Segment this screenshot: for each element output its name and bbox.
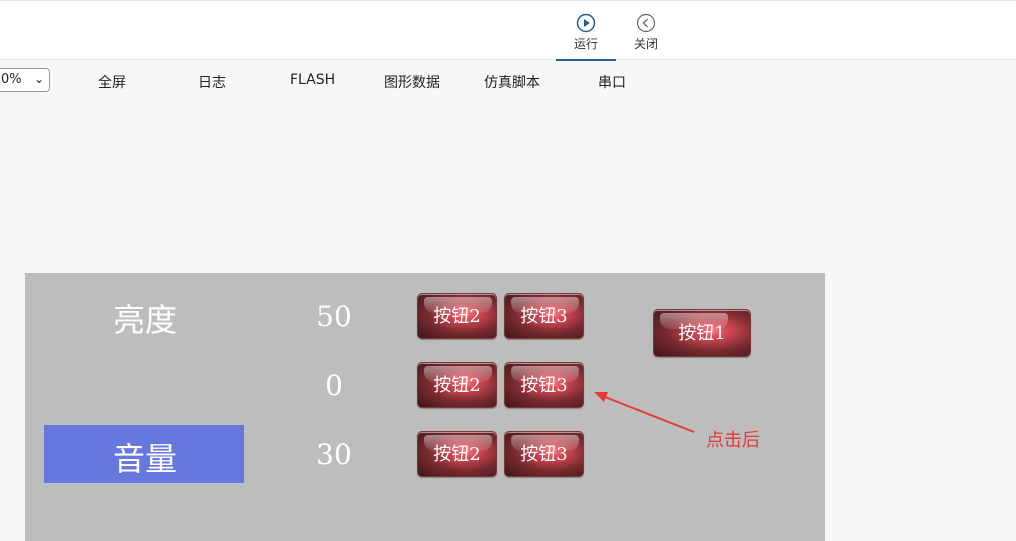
- top-toolbar: 运行 关闭: [0, 0, 1016, 61]
- volume-value: 30: [316, 438, 352, 471]
- menu-graphic-data[interactable]: 图形数据: [384, 72, 440, 92]
- menu-fullscreen[interactable]: 全屏: [98, 72, 126, 92]
- menu-simulation-script[interactable]: 仿真脚本: [484, 72, 540, 92]
- row1-button2[interactable]: 按钮2: [417, 293, 497, 339]
- annotation-arrow-icon: [594, 392, 695, 433]
- button-label: 按钮2: [433, 444, 481, 465]
- close-button[interactable]: 关闭: [616, 13, 676, 52]
- middle-value: 0: [325, 369, 343, 402]
- button-label: 按钮2: [433, 306, 481, 327]
- button-label: 按钮3: [520, 306, 568, 327]
- row3-button2[interactable]: 按钮2: [417, 431, 497, 477]
- button-label: 按钮3: [520, 375, 568, 396]
- row1-button3[interactable]: 按钮3: [504, 293, 584, 339]
- chevron-down-icon: ⌄: [33, 72, 44, 86]
- zoom-select[interactable]: 0% ⌄: [0, 68, 50, 92]
- close-label: 关闭: [633, 37, 658, 51]
- menu-bar: 0% ⌄ 全屏 日志 FLASH 图形数据 仿真脚本 串口: [0, 61, 1016, 101]
- menu-serial-port[interactable]: 串口: [598, 72, 626, 92]
- zoom-value: 0%: [1, 72, 22, 87]
- brightness-label: 亮度: [112, 301, 177, 339]
- brightness-value: 50: [316, 300, 352, 333]
- button-label: 按钮3: [520, 444, 568, 465]
- back-circle-icon: [636, 13, 656, 33]
- row2-button3[interactable]: 按钮3: [504, 362, 584, 408]
- row2-button2[interactable]: 按钮2: [417, 362, 497, 408]
- menu-log[interactable]: 日志: [198, 72, 226, 92]
- row3-button3[interactable]: 按钮3: [504, 431, 584, 477]
- run-button[interactable]: 运行: [556, 13, 616, 61]
- annotation-text: 点击后: [706, 430, 760, 451]
- run-label: 运行: [573, 37, 598, 51]
- button-label: 按钮1: [678, 323, 726, 344]
- button1[interactable]: 按钮1: [653, 309, 751, 357]
- simulation-screen: 亮度 音量 50 0 30 按钮2 按钮3 按钮2 按钮3 按钮2 按钮3 按钮…: [25, 273, 825, 541]
- button-label: 按钮2: [433, 375, 481, 396]
- menu-flash[interactable]: FLASH: [290, 72, 335, 88]
- volume-label: 音量: [112, 440, 177, 478]
- play-icon: [576, 13, 596, 33]
